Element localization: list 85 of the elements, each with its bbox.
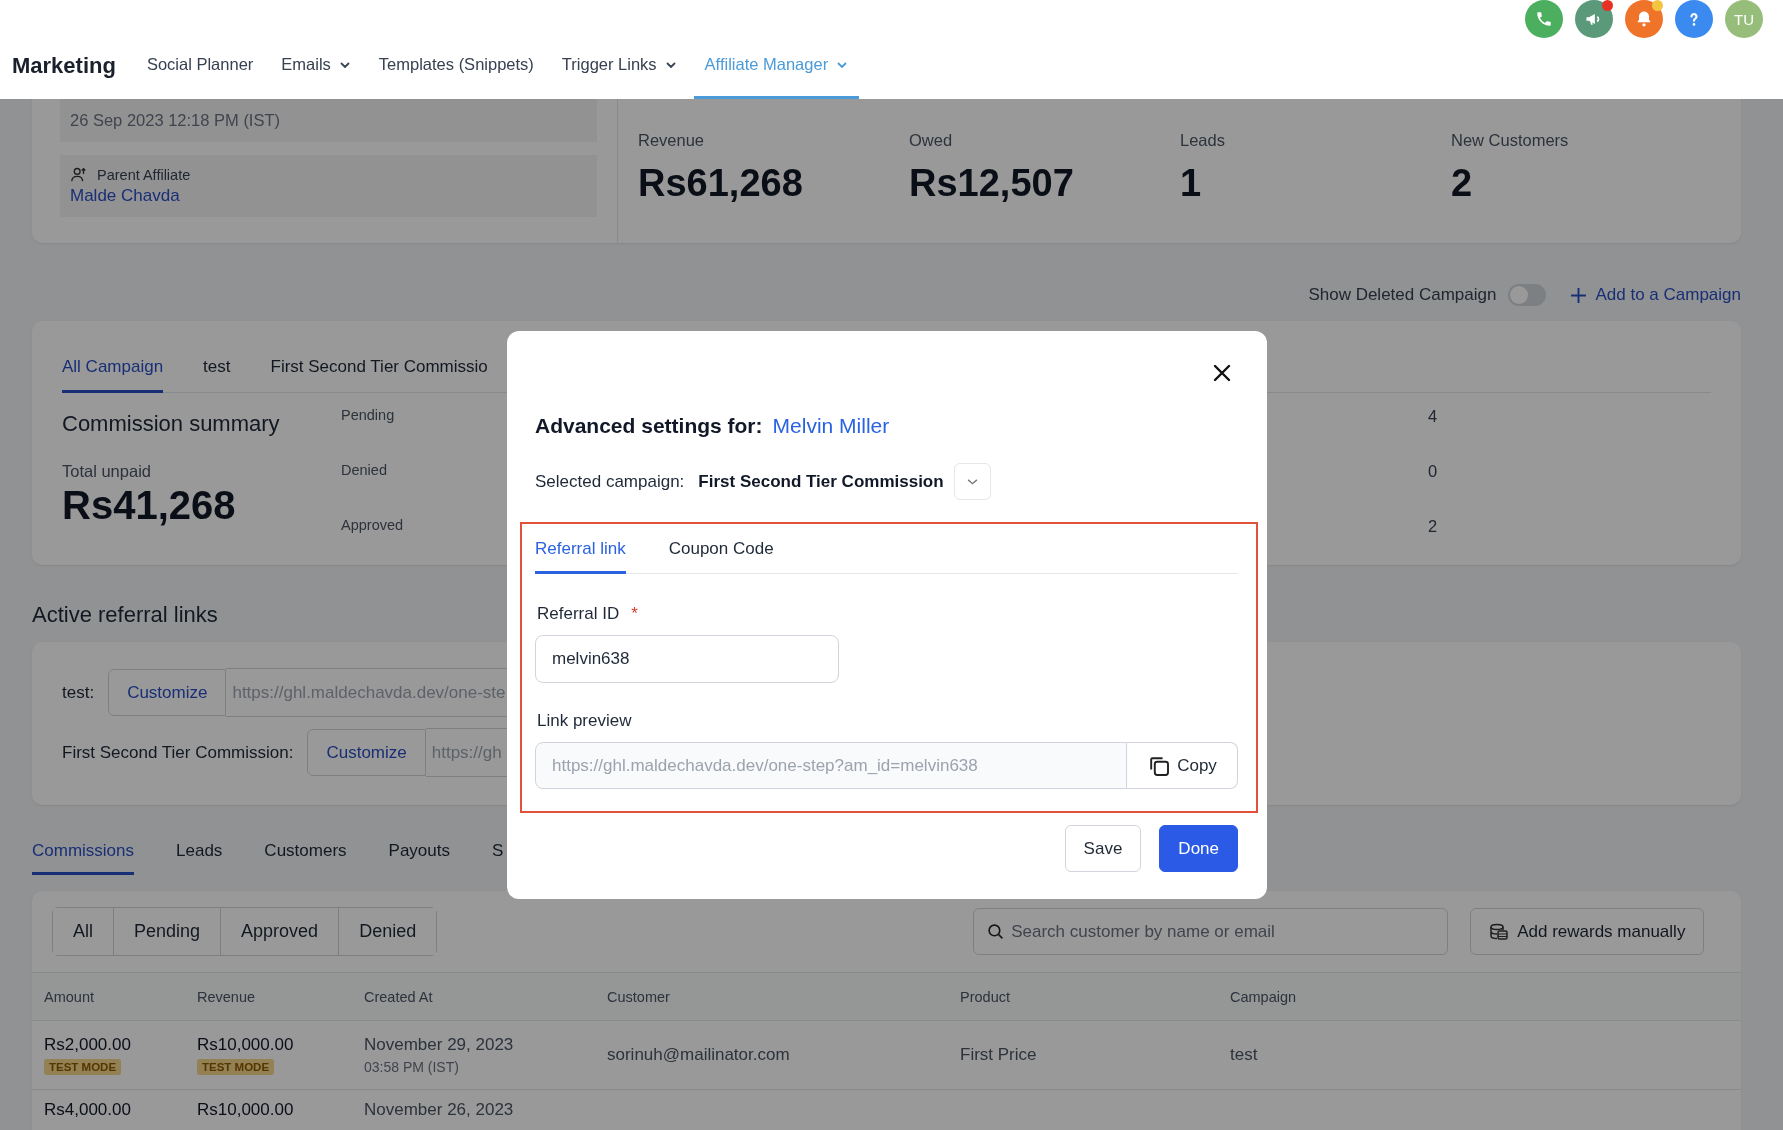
nav-tab[interactable]: Social Planner xyxy=(135,55,265,99)
total-label: Total unpaid xyxy=(62,462,152,481)
nav-tab[interactable]: Emails xyxy=(270,55,362,99)
section-title: Active referral links xyxy=(32,602,218,628)
dialog-tab[interactable]: Referral link xyxy=(535,539,626,574)
nav-tab[interactable]: Templates (Snippets) xyxy=(367,55,545,99)
campaign-name: First Second Tier Commission xyxy=(698,471,944,492)
table-cell: 03:58 PM (IST) xyxy=(364,1059,459,1075)
table-cell: First Price xyxy=(960,1045,1037,1065)
status-count: 2 xyxy=(1428,517,1438,536)
affiliate-name-link[interactable]: Melvin Miller xyxy=(772,414,890,438)
stat-value: 2 xyxy=(1451,162,1474,205)
status-count: 4 xyxy=(1428,407,1438,426)
section-title: Commission summary xyxy=(62,411,281,437)
status-count: 0 xyxy=(1428,462,1438,481)
coins-icon xyxy=(1489,921,1510,942)
table-cell: test xyxy=(1230,1045,1258,1065)
section-tab[interactable]: S xyxy=(492,841,504,875)
column-header: Customer xyxy=(607,988,671,1005)
field-label: Parent Affiliate xyxy=(97,167,191,183)
test-mode-badge: TEST MODE xyxy=(44,1059,122,1075)
field-label: Referral ID xyxy=(537,604,620,624)
notifications-button[interactable] xyxy=(1625,0,1663,38)
stat-label: Revenue xyxy=(638,131,706,150)
joined-date: 26 Sep 2023 12:18 PM (IST) xyxy=(70,111,282,130)
section-tab[interactable]: Customers xyxy=(264,841,347,875)
nav-tab[interactable]: Trigger Links xyxy=(550,55,688,99)
customize-button[interactable]: Customize xyxy=(108,669,227,716)
referral-id-field[interactable]: melvin638 xyxy=(535,635,839,683)
campaign-tab[interactable]: First Second Tier Commissio xyxy=(270,351,488,393)
section-tab[interactable]: Payouts xyxy=(388,841,450,875)
campaign-tab[interactable]: All Campaign xyxy=(62,351,164,393)
dialog-tab[interactable]: Coupon Code xyxy=(668,539,774,574)
stat-value: 1 xyxy=(1180,162,1203,205)
column-header: Campaign xyxy=(1230,988,1298,1005)
section-tab[interactable]: Leads xyxy=(176,841,223,875)
add-campaign-link[interactable]: Add to a Campaign xyxy=(1570,285,1741,305)
table-cell: November 26, 2023 xyxy=(364,1100,514,1120)
table-cell: Rs10,000.00 xyxy=(197,1035,294,1055)
test-mode-badge: TEST MODE xyxy=(197,1059,275,1075)
status-label: Denied xyxy=(341,462,388,478)
column-header: Amount xyxy=(44,988,95,1005)
column-header: Revenue xyxy=(197,988,257,1005)
announcements-button[interactable] xyxy=(1575,0,1613,38)
table-cell: Rs10,000.00 xyxy=(197,1100,294,1120)
close-icon[interactable] xyxy=(1212,363,1232,383)
save-button[interactable]: Save xyxy=(1064,825,1142,872)
campaign-label: First Second Tier Commission: xyxy=(62,742,294,763)
stat-label: New Customers xyxy=(1451,131,1570,150)
filter-button[interactable]: Denied xyxy=(338,908,437,955)
campaign-tab[interactable]: test xyxy=(203,351,231,393)
phone-button[interactable] xyxy=(1525,0,1563,38)
table-cell: sorinuh@mailinator.com xyxy=(607,1045,790,1065)
column-header: Created At xyxy=(364,988,434,1005)
page-title: Marketing xyxy=(12,53,116,79)
user-icon xyxy=(70,166,88,184)
status-label: Approved xyxy=(341,517,405,533)
search-icon xyxy=(987,923,1005,940)
add-rewards-button[interactable]: Add rewards manually xyxy=(1470,908,1705,955)
stat-label: Owed xyxy=(909,131,954,150)
phone-icon xyxy=(1535,10,1553,28)
column-header: Product xyxy=(960,988,1011,1005)
dialog-title: Advanced settings for: xyxy=(535,414,763,438)
copy-button[interactable]: Copy xyxy=(1127,742,1238,789)
table-cell: Rs2,000.00 xyxy=(44,1035,131,1055)
stat-label: Leads xyxy=(1180,131,1226,150)
help-button[interactable] xyxy=(1675,0,1713,38)
stat-value: Rs12,507 xyxy=(909,162,1075,205)
toggle-switch[interactable] xyxy=(1508,284,1547,306)
section-tab[interactable]: Commissions xyxy=(32,841,135,875)
customize-button[interactable]: Customize xyxy=(307,729,426,776)
search-field[interactable]: Search customer by name or email xyxy=(973,908,1449,955)
total-value: Rs41,268 xyxy=(62,483,237,528)
table-cell: Rs4,000.00 xyxy=(44,1100,131,1120)
campaign-label: test: xyxy=(62,682,95,703)
required-mark: * xyxy=(631,604,638,624)
plus-icon xyxy=(1570,286,1588,304)
stat-value: Rs61,268 xyxy=(638,162,804,205)
field-label: Link preview xyxy=(537,711,632,731)
field-label: Selected campaign: xyxy=(535,471,685,492)
table-cell: November 29, 2023 xyxy=(364,1035,514,1055)
status-label: Pending xyxy=(341,407,396,423)
done-button[interactable]: Done xyxy=(1159,825,1238,872)
toggle-label: Show Deleted Campaign xyxy=(1308,285,1497,305)
parent-affiliate-link[interactable]: Malde Chavda xyxy=(70,186,587,206)
